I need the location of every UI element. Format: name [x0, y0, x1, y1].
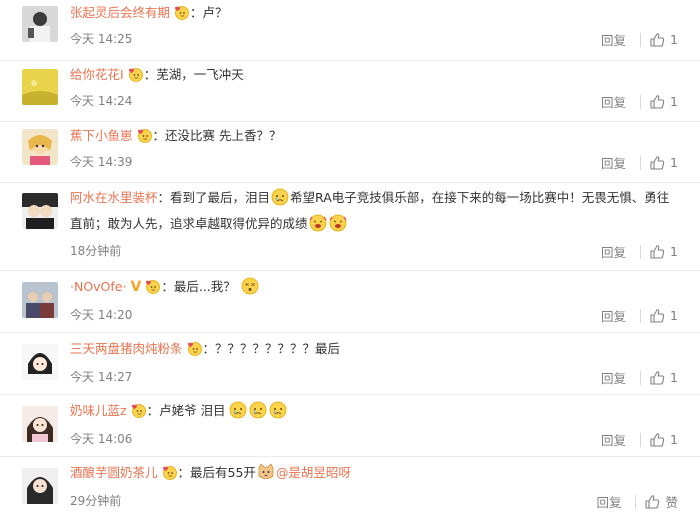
- avatar[interactable]: [22, 282, 58, 318]
- heart-face-badge-icon: [130, 402, 146, 418]
- cat-face-icon: [257, 463, 275, 481]
- timestamp: 今天 14:06: [70, 432, 133, 446]
- crying-face-icon: [271, 188, 289, 206]
- timestamp: 今天 14:20: [70, 308, 133, 322]
- reply-button[interactable]: 回复: [601, 242, 626, 261]
- cheering-face-icon: [329, 214, 347, 232]
- comment-item: 蕉下小鱼崽 ：还没比赛 先上香？？ 今天 14:39 回复 1: [0, 121, 700, 183]
- divider: [640, 32, 642, 47]
- comment-item: 三天两盘猪肉炖粉条 ：？？？？？？？？最后 今天 14:27 回复 1: [0, 332, 700, 395]
- thumbs-up-icon: [649, 432, 665, 448]
- divider: [635, 494, 637, 509]
- timestamp: 18分钟前: [70, 244, 122, 258]
- like-button[interactable]: 1: [649, 308, 678, 324]
- like-button[interactable]: 1: [649, 432, 678, 448]
- divider: [640, 94, 642, 109]
- crying-face-icon: [229, 401, 247, 419]
- heart-face-badge-icon: [127, 66, 143, 82]
- username[interactable]: 蕉下小鱼崽: [70, 128, 133, 143]
- heart-face-badge-icon: [136, 127, 152, 143]
- username[interactable]: 酒酿芋圆奶茶儿: [70, 465, 158, 480]
- heart-face-badge-icon: [161, 464, 177, 480]
- divider: [640, 370, 642, 385]
- comment-item: 张起灵后会终有期 ：卢？ 今天 14:25 回复 1: [0, 0, 700, 61]
- timestamp: 29分钟前: [70, 494, 122, 508]
- comment-text: ：芜湖，一飞冲天: [143, 67, 244, 82]
- like-count: 1: [670, 32, 678, 47]
- like-count: 1: [670, 155, 678, 170]
- reply-button[interactable]: 回复: [601, 153, 626, 172]
- comment-list: 张起灵后会终有期 ：卢？ 今天 14:25 回复 1 给你花花I ：芜湖，一飞冲天 …: [0, 0, 700, 515]
- like-button[interactable]: 1: [649, 32, 678, 48]
- vip-badge: V: [130, 279, 142, 295]
- avatar[interactable]: [22, 69, 58, 105]
- username[interactable]: 奶味儿蓝z: [70, 403, 127, 418]
- divider: [640, 308, 642, 323]
- thumbs-up-icon: [649, 155, 665, 171]
- heart-face-badge-icon: [186, 340, 202, 356]
- reply-button[interactable]: 回复: [601, 30, 626, 49]
- thumbs-up-icon: [649, 370, 665, 386]
- comment-item: 酒酿芋圆奶茶儿 ：最后有55开 @是胡昱昭呀 29分钟前 回复 赞: [0, 456, 700, 515]
- like-count: 1: [670, 370, 678, 385]
- comment-item: 奶味儿蓝z ：卢姥爷 泪目 今天 14:06 回复 1: [0, 394, 700, 457]
- thumbs-up-icon: [644, 494, 660, 510]
- heart-face-badge-icon: [173, 4, 189, 20]
- timestamp: 今天 14:24: [70, 94, 133, 108]
- comment-text: ：看到了最后，泪目: [157, 190, 271, 205]
- crying-face-icon: [269, 401, 287, 419]
- like-label: 赞: [665, 495, 678, 510]
- comment-text: ：？？？？？？？？最后: [202, 341, 341, 356]
- comment-text: ：最后...我？: [161, 279, 236, 294]
- timestamp: 今天 14:27: [70, 370, 133, 384]
- reply-button[interactable]: 回复: [601, 92, 626, 111]
- comment-text: ：还没比赛 先上香？？: [152, 128, 282, 143]
- thumbs-up-icon: [649, 94, 665, 110]
- timestamp: 今天 14:25: [70, 32, 133, 46]
- thumbs-up-icon: [649, 244, 665, 260]
- comment-text: ：最后有55开: [177, 465, 256, 480]
- thumbs-up-icon: [649, 32, 665, 48]
- divider: [640, 155, 642, 170]
- like-button[interactable]: 赞: [644, 492, 678, 511]
- username[interactable]: 阿水在水里装杯: [70, 190, 158, 205]
- user-mention-link[interactable]: @是胡昱昭呀: [276, 465, 351, 480]
- like-count: 1: [670, 244, 678, 259]
- avatar[interactable]: [22, 6, 58, 42]
- username[interactable]: ·NOvOfe·: [70, 279, 126, 294]
- comment-text: ：卢？: [190, 5, 228, 20]
- thumbs-up-icon: [649, 308, 665, 324]
- comment-item: 给你花花I ：芜湖，一飞冲天 今天 14:24 回复 1: [0, 60, 700, 122]
- like-button[interactable]: 1: [649, 155, 678, 171]
- avatar[interactable]: [22, 344, 58, 380]
- comment-item: 阿水在水里装杯：看到了最后，泪目 希望RA电子竞技俱乐部，在接下来的每一场比赛中！…: [0, 182, 700, 271]
- username[interactable]: 给你花花I: [70, 67, 124, 82]
- like-button[interactable]: 1: [649, 94, 678, 110]
- comment-text: ：卢姥爷 泪目: [146, 403, 226, 418]
- comment-item: ·NOvOfe· V ：最后...我？ 今天 14:20 回复 1: [0, 270, 700, 333]
- dizzy-face-icon: [241, 277, 259, 295]
- like-count: 1: [670, 432, 678, 447]
- avatar[interactable]: [22, 193, 58, 229]
- crying-face-icon: [249, 401, 267, 419]
- divider: [640, 244, 642, 259]
- cheering-face-icon: [309, 214, 327, 232]
- like-count: 1: [670, 308, 678, 323]
- reply-button[interactable]: 回复: [601, 368, 626, 387]
- like-button[interactable]: 1: [649, 370, 678, 386]
- reply-button[interactable]: 回复: [601, 430, 626, 449]
- avatar[interactable]: [22, 129, 58, 165]
- timestamp: 今天 14:39: [70, 155, 133, 169]
- username[interactable]: 张起灵后会终有期: [70, 5, 170, 20]
- avatar[interactable]: [22, 406, 58, 442]
- reply-button[interactable]: 回复: [601, 306, 626, 325]
- like-count: 1: [670, 94, 678, 109]
- username[interactable]: 三天两盘猪肉炖粉条: [70, 341, 183, 356]
- divider: [640, 432, 642, 447]
- avatar[interactable]: [22, 468, 58, 504]
- heart-face-badge-icon: [144, 278, 161, 294]
- reply-button[interactable]: 回复: [596, 492, 621, 511]
- like-button[interactable]: 1: [649, 244, 678, 260]
